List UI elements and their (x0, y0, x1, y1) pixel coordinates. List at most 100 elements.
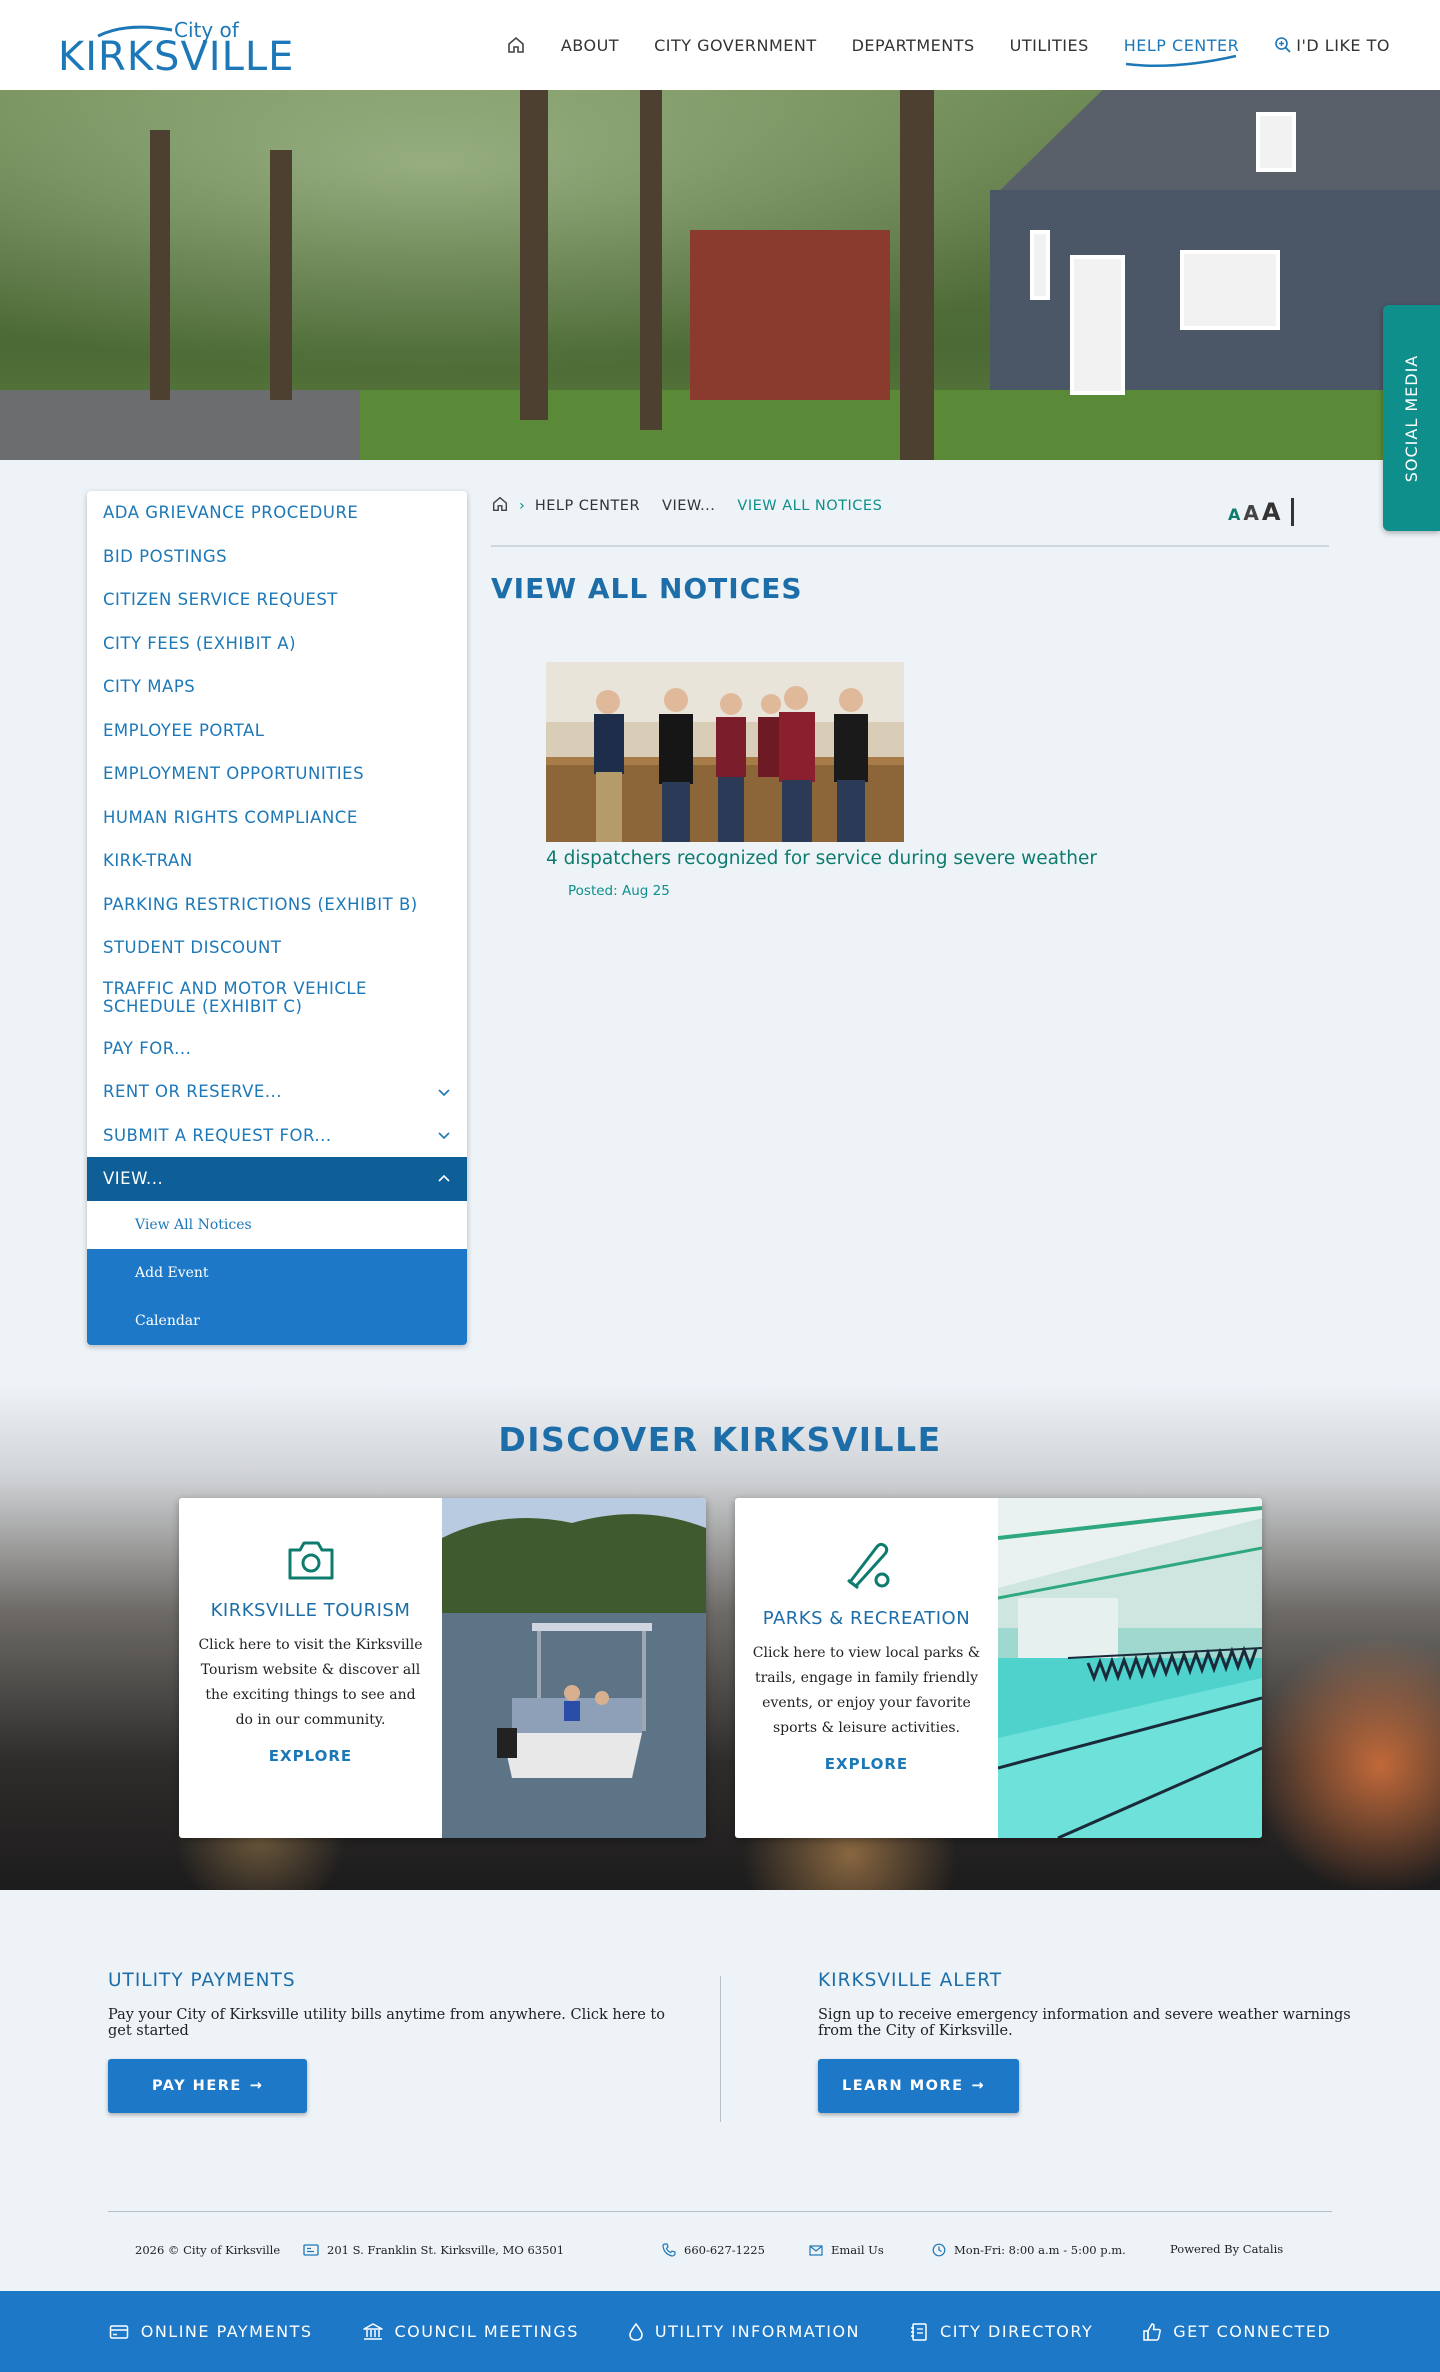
parks-card-description: Click here to view local parks & trails,… (752, 1645, 981, 1736)
building-icon (362, 2322, 383, 2340)
sidebar-item-label: EMPLOYMENT OPPORTUNITIES (103, 764, 365, 784)
sidebar-item-ada-grievance[interactable]: ADA GRIEVANCE PROCEDURE (87, 491, 467, 535)
sidebar-item-human-rights[interactable]: HUMAN RIGHTS COMPLIANCE (87, 796, 467, 840)
footer-email[interactable]: Email Us (809, 2243, 884, 2257)
sidebar-item-rent-or-reserve[interactable]: RENT OR RESERVE... (87, 1070, 467, 1114)
tourism-card[interactable]: KIRKSVILLE TOURISM Click here to visit t… (179, 1498, 706, 1838)
kirksville-alert-title: KIRKSVILLE ALERT (818, 1970, 1003, 1991)
site-header: City of KIRKSVILLE ABOUT CITY GOVERNMENT… (0, 0, 1440, 90)
sidebar-item-citizen-service[interactable]: CITIZEN SERVICE REQUEST (87, 578, 467, 622)
sidebar-item-submit-request[interactable]: SUBMIT A REQUEST FOR... (87, 1114, 467, 1158)
sidebar-item-label: CITIZEN SERVICE REQUEST (103, 590, 338, 610)
sidebar-item-parking[interactable]: PARKING RESTRICTIONS (EXHIBIT B) (87, 883, 467, 927)
text-size-small[interactable]: A (1228, 505, 1240, 524)
kirksville-alert-text: Sign up to receive emergency information… (818, 2007, 1351, 2039)
hero-street (0, 390, 360, 460)
sidebar-item-bid-postings[interactable]: BID POSTINGS (87, 535, 467, 579)
sidebar-item-label: TRAFFIC AND MOTOR VEHICLE SCHEDULE (EXHI… (103, 979, 367, 1016)
footer-address: 201 S. Franklin St. Kirksville, MO 63501 (303, 2243, 564, 2257)
arrow-right-icon: → (249, 2078, 264, 2094)
sidebar-item-label: STUDENT DISCOUNT (103, 938, 282, 958)
learn-more-label: LEARN MORE (842, 2078, 964, 2094)
quick-link-utility-information[interactable]: UTILITY INFORMATION (629, 2322, 860, 2341)
breadcrumb-home-icon[interactable] (491, 495, 509, 517)
credit-card-icon (109, 2324, 128, 2339)
quick-link-online-payments[interactable]: ONLINE PAYMENTS (109, 2322, 313, 2341)
sidebar-item-student-discount[interactable]: STUDENT DISCOUNT (87, 926, 467, 970)
quick-link-council-meetings[interactable]: COUNCIL MEETINGS (362, 2322, 579, 2341)
social-media-tab[interactable]: SOCIAL MEDIA (1383, 305, 1440, 531)
logo-name: KIRKSVILLE (58, 34, 295, 80)
search-plus-icon (1275, 37, 1291, 53)
promo-divider (720, 1976, 721, 2122)
address-text: 201 S. Franklin St. Kirksville, MO 63501 (327, 2243, 565, 2257)
parks-card-text: PARKS & RECREATION Click here to view lo… (735, 1498, 998, 1838)
parks-card[interactable]: PARKS & RECREATION Click here to view lo… (735, 1498, 1262, 1838)
footer-phone[interactable]: 660-627-1225 (662, 2243, 765, 2257)
quick-link-label: UTILITY INFORMATION (654, 2322, 861, 2341)
utility-payments-text: Pay your City of Kirksville utility bill… (108, 2007, 665, 2039)
sidebar-item-employee-portal[interactable]: EMPLOYEE PORTAL (87, 709, 467, 753)
footer-powered-by[interactable]: Powered By Catalis (1170, 2242, 1283, 2256)
chevron-down-icon (438, 1132, 450, 1140)
sidebar-item-city-fees[interactable]: CITY FEES (EXHIBIT A) (87, 622, 467, 666)
notice-date: Posted: Aug 25 (568, 883, 670, 899)
hero-door (1070, 255, 1125, 395)
nav-help-center-label: HELP CENTER (1123, 35, 1240, 55)
tourism-card-photo (442, 1498, 706, 1838)
parks-card-photo (998, 1498, 1262, 1838)
water-drop-icon (629, 2322, 643, 2341)
nav-utilities[interactable]: UTILITIES (1010, 36, 1089, 55)
footer-divider (108, 2211, 1332, 2212)
city-logo[interactable]: City of KIRKSVILLE (56, 14, 293, 80)
copyright-text: 2026 © City of Kirksville (135, 2243, 281, 2257)
notice-title-link[interactable]: 4 dispatchers recognized for service dur… (546, 848, 1097, 869)
quick-link-label: ONLINE PAYMENTS (140, 2322, 313, 2341)
chevron-up-icon (438, 1174, 450, 1182)
nav-about[interactable]: ABOUT (561, 36, 619, 55)
nav-help-center[interactable]: HELP CENTER (1123, 35, 1240, 67)
home-icon[interactable] (506, 35, 526, 55)
nav-departments[interactable]: DEPARTMENTS (852, 36, 975, 55)
pay-here-label: PAY HERE (152, 2078, 242, 2094)
sidebar-subitem-calendar[interactable]: Calendar (87, 1296, 467, 1345)
text-size-divider (1291, 498, 1295, 526)
parks-explore-link[interactable]: EXPLORE (825, 1755, 908, 1773)
sidebar-item-label: KIRK-TRAN (103, 851, 193, 871)
tourism-explore-link[interactable]: EXPLORE (269, 1747, 352, 1765)
pay-here-button[interactable]: PAY HERE → (108, 2059, 308, 2113)
sidebar-item-label: CITY FEES (EXHIBIT A) (103, 633, 297, 653)
quick-link-label: CITY DIRECTORY (940, 2322, 1094, 2341)
sidebar-item-label: PAY FOR... (103, 1038, 192, 1058)
sidebar-subitem-add-event[interactable]: Add Event (87, 1248, 467, 1297)
hero-tree-trunk (520, 90, 548, 420)
sidebar-item-employment[interactable]: EMPLOYMENT OPPORTUNITIES (87, 752, 467, 796)
tourism-card-text: KIRKSVILLE TOURISM Click here to visit t… (179, 1498, 442, 1838)
sidebar-item-city-maps[interactable]: CITY MAPS (87, 665, 467, 709)
text-size-large[interactable]: A (1262, 498, 1281, 526)
breadcrumb-help-center[interactable]: HELP CENTER (535, 498, 640, 514)
sidebar-item-view[interactable]: VIEW... (87, 1157, 467, 1201)
nav-city-government[interactable]: CITY GOVERNMENT (654, 36, 817, 55)
thumbs-up-icon (1143, 2322, 1162, 2341)
learn-more-button[interactable]: LEARN MORE → (818, 2059, 1020, 2113)
sidebar-subitem-view-all-notices[interactable]: View All Notices (87, 1200, 467, 1249)
main-nav: ABOUT CITY GOVERNMENT DEPARTMENTS UTILIT… (471, 0, 1390, 90)
sidebar-item-pay-for[interactable]: PAY FOR... (87, 1027, 467, 1071)
breadcrumb-view[interactable]: VIEW... (662, 498, 715, 514)
sidebar-item-traffic[interactable]: TRAFFIC AND MOTOR VEHICLE SCHEDULE (EXHI… (87, 970, 467, 1027)
sidebar-item-kirk-tran[interactable]: KIRK-TRAN (87, 839, 467, 883)
notice-image[interactable] (546, 662, 904, 842)
email-text: Email Us (831, 2243, 884, 2257)
discover-bokeh (1250, 1635, 1440, 1890)
address-card-icon (303, 2244, 319, 2256)
quick-link-get-connected[interactable]: GET CONNECTED (1143, 2322, 1331, 2341)
utility-payments-title: UTILITY PAYMENTS (108, 1970, 296, 1991)
nav-id-like-to[interactable]: I'D LIKE TO (1274, 36, 1390, 55)
arrow-right-icon: → (971, 2078, 986, 2094)
hero-brick-house (690, 230, 890, 400)
breadcrumb-separator-icon: › (519, 498, 525, 514)
hero-tree-trunk (270, 150, 292, 400)
quick-link-city-directory[interactable]: CITY DIRECTORY (910, 2322, 1093, 2341)
text-size-medium[interactable]: A (1243, 501, 1258, 525)
